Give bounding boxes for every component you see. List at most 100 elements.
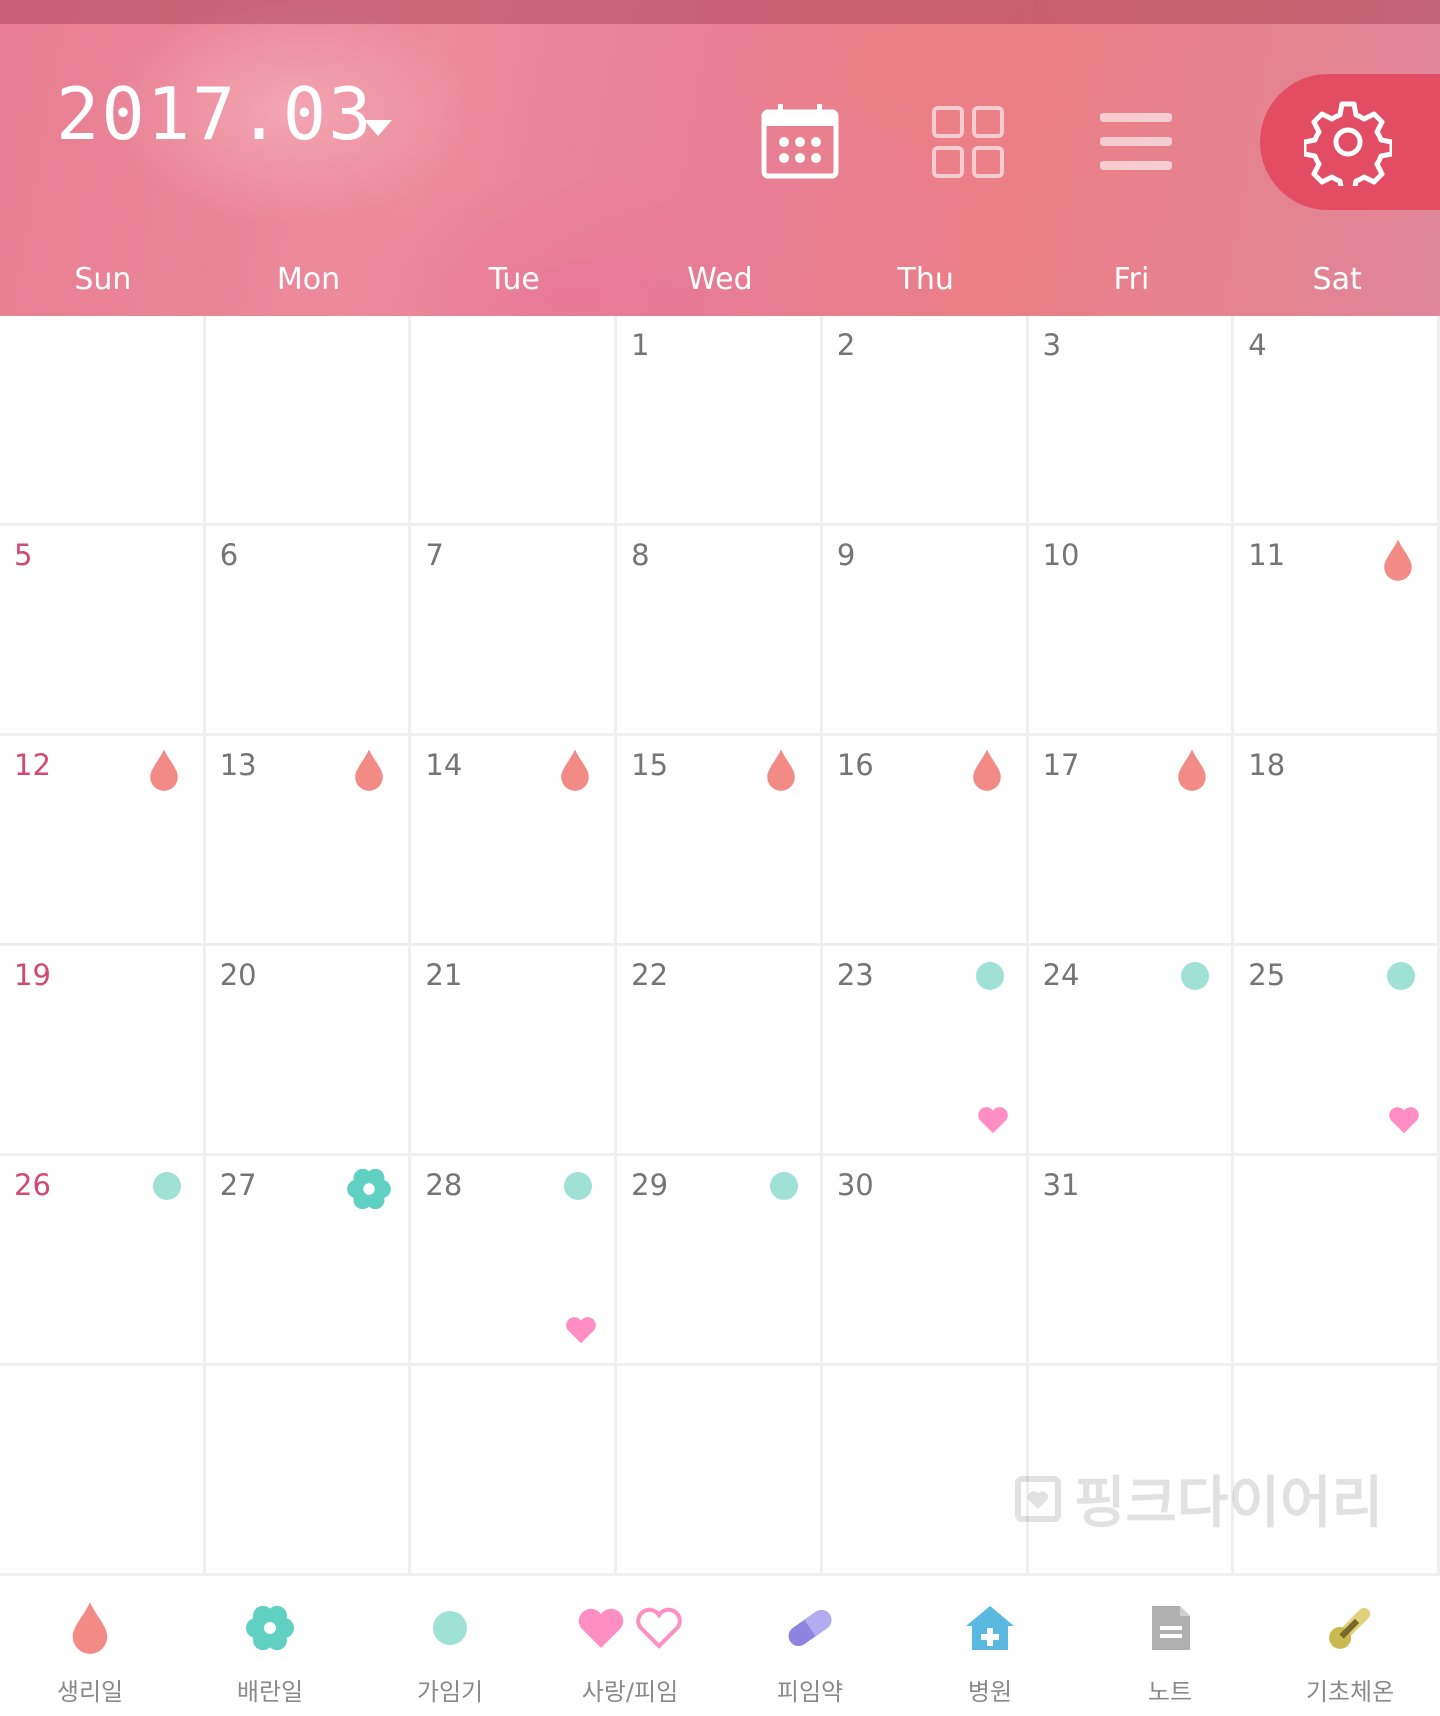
empty-day-cell[interactable] [411, 316, 618, 526]
day-number: 8 [631, 538, 650, 572]
empty-day-cell[interactable] [0, 316, 206, 526]
day-cell-25[interactable]: 25 [1234, 946, 1440, 1156]
calendar-view-button[interactable] [758, 100, 842, 184]
day-cell-10[interactable]: 10 [1028, 526, 1235, 736]
day-cell-21[interactable]: 21 [411, 946, 618, 1156]
day-cell-7[interactable]: 7 [411, 526, 618, 736]
love-marker [974, 1101, 1012, 1143]
watermark: 핑크다이어리 [1012, 1458, 1383, 1539]
empty-day-cell[interactable] [411, 1366, 618, 1576]
fertile-marker [147, 1166, 187, 1210]
day-cell-13[interactable]: 13 [205, 736, 412, 946]
legend-item-temperature[interactable]: 기초체온 [1260, 1576, 1440, 1716]
day-number: 20 [219, 958, 257, 992]
empty-day-cell[interactable] [205, 1366, 412, 1576]
legend-label: 배란일 [236, 1678, 304, 1706]
chevron-down-icon[interactable] [364, 120, 392, 136]
drop-icon [0, 1598, 180, 1658]
day-number: 17 [1042, 748, 1080, 782]
day-cell-22[interactable]: 22 [617, 946, 823, 1156]
day-cell-31[interactable]: 31 [1028, 1156, 1235, 1366]
period-marker [1169, 746, 1215, 796]
weekday-thu: Thu [897, 262, 954, 297]
day-number: 7 [425, 538, 444, 572]
day-cell-18[interactable]: 18 [1234, 736, 1440, 946]
day-cell-15[interactable]: 15 [617, 736, 823, 946]
circle-icon [1181, 962, 1210, 990]
fertile-marker [1175, 956, 1215, 1000]
legend-label: 병원 [967, 1678, 1013, 1706]
day-cell-30[interactable]: 30 [822, 1156, 1029, 1366]
day-cell-19[interactable]: 19 [0, 946, 206, 1156]
drop-icon [972, 749, 1001, 791]
day-cell-23[interactable]: 23 [822, 946, 1029, 1156]
day-cell-12[interactable]: 12 [0, 736, 206, 946]
day-cell-20[interactable]: 20 [205, 946, 412, 1156]
circle-icon [1386, 962, 1415, 990]
day-number: 27 [219, 1168, 257, 1202]
day-number: 9 [836, 538, 856, 572]
month-title[interactable]: 2017.03 [56, 72, 373, 156]
legend-label: 가임기 [416, 1678, 484, 1706]
day-cell-5[interactable]: 5 [0, 526, 206, 736]
day-cell-4[interactable]: 4 [1234, 316, 1440, 526]
legend-item-note[interactable]: 노트 [1080, 1576, 1260, 1716]
day-cell-11[interactable]: 11 [1234, 526, 1440, 736]
drop-icon [1384, 539, 1412, 581]
legend-label: 사랑/피임 [581, 1678, 679, 1706]
day-number: 5 [14, 538, 33, 572]
flower-icon [347, 1168, 392, 1210]
day-cell-29[interactable]: 29 [617, 1156, 823, 1366]
day-cell-17[interactable]: 17 [1028, 736, 1235, 946]
settings-button[interactable] [1260, 74, 1440, 210]
weekday-row: Sun Mon Tue Wed Thu Fri Sat [0, 262, 1440, 302]
day-cell-26[interactable]: 26 [0, 1156, 206, 1366]
empty-day-cell[interactable] [205, 316, 412, 526]
grid-view-button[interactable] [926, 100, 1010, 184]
empty-day-cell[interactable] [617, 1366, 823, 1576]
heart-icon [1389, 1107, 1419, 1134]
month-grid: 1 2 3 4 5 6 7 8 9 10 11 12 13 14 15 16 17 18 19 20 21 22 23 24 2… [0, 316, 1440, 1576]
legend-item-pill[interactable]: 피임약 [720, 1576, 900, 1716]
day-cell-2[interactable]: 2 [822, 316, 1029, 526]
day-cell-24[interactable]: 24 [1028, 946, 1235, 1156]
legend-label: 노트 [1147, 1678, 1193, 1706]
heart-icon [566, 1317, 596, 1344]
day-cell-27[interactable]: 27 [205, 1156, 412, 1366]
day-cell-14[interactable]: 14 [411, 736, 618, 946]
legend-item-period[interactable]: 생리일 [0, 1576, 180, 1716]
day-cell-1[interactable]: 1 [617, 316, 823, 526]
empty-day-cell[interactable] [1234, 1156, 1440, 1366]
day-number: 10 [1042, 538, 1080, 572]
list-view-button[interactable] [1094, 100, 1178, 184]
drop-icon [355, 749, 384, 791]
drop-icon [1178, 749, 1207, 791]
day-cell-6[interactable]: 6 [205, 526, 412, 736]
legend-label: 기초체온 [1305, 1678, 1395, 1706]
day-number: 16 [836, 748, 874, 782]
day-number: 12 [14, 748, 51, 782]
diary-logo-icon [1015, 1475, 1061, 1522]
weekday-mon: Mon [276, 262, 341, 297]
pill-icon [720, 1598, 900, 1658]
legend-item-love[interactable]: 사랑/피임 [540, 1576, 720, 1716]
legend-item-ovulation[interactable]: 배란일 [180, 1576, 360, 1716]
empty-day-cell[interactable] [822, 1366, 1029, 1576]
legend-item-hospital[interactable]: 병원 [900, 1576, 1080, 1716]
period-marker [1375, 536, 1421, 586]
day-cell-9[interactable]: 9 [822, 526, 1029, 736]
legend-item-fertile[interactable]: 가임기 [360, 1576, 540, 1716]
day-number: 31 [1042, 1168, 1080, 1202]
day-cell-28[interactable]: 28 [411, 1156, 618, 1366]
drop-icon [561, 749, 589, 791]
empty-day-cell[interactable] [0, 1366, 206, 1576]
note-icon [1080, 1598, 1260, 1658]
day-cell-16[interactable]: 16 [822, 736, 1029, 946]
day-number: 28 [425, 1168, 463, 1202]
day-number: 13 [219, 748, 257, 782]
flower-icon [180, 1598, 360, 1658]
period-marker [346, 746, 392, 796]
drop-icon [149, 749, 178, 791]
day-cell-8[interactable]: 8 [617, 526, 823, 736]
day-cell-3[interactable]: 3 [1028, 316, 1235, 526]
